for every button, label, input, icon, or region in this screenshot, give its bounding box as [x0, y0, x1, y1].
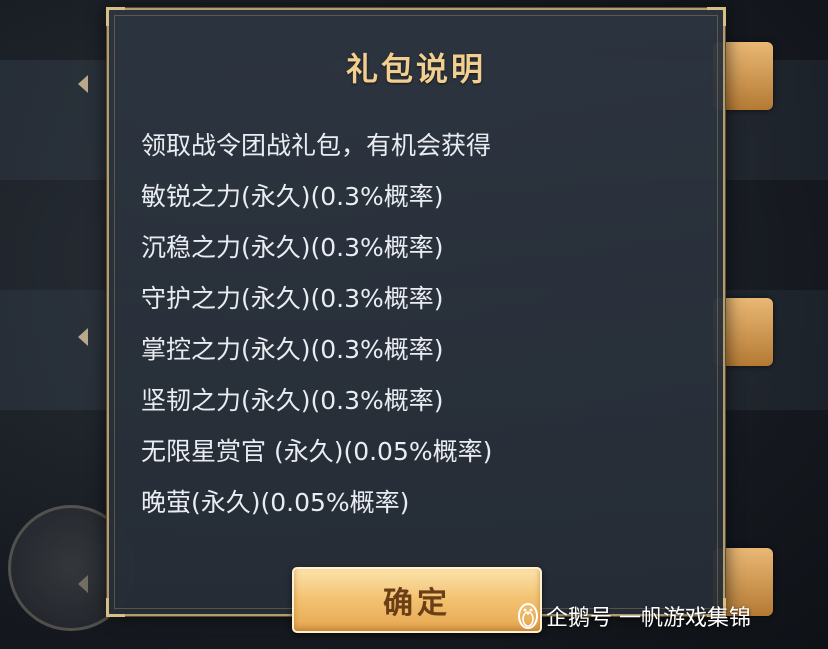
reward-item: 无限星赏官 (永久)(0.05%概率) — [141, 437, 493, 466]
dialog-content: 领取战令团战礼包，有机会获得 敏锐之力(永久)(0.3%概率) 沉稳之力(永久)… — [141, 120, 703, 528]
reward-item: 守护之力(永久)(0.3%概率) — [141, 284, 444, 313]
gift-pack-info-dialog: 礼包说明 领取战令团战礼包，有机会获得 敏锐之力(永久)(0.3%概率) 沉稳之… — [106, 7, 726, 633]
intro-text: 领取战令团战礼包，有机会获得 — [141, 131, 492, 160]
reward-item: 敏锐之力(永久)(0.3%概率) — [141, 182, 444, 211]
dialog-title: 礼包说明 — [345, 50, 486, 88]
arrow-left-icon — [78, 328, 88, 346]
reward-item: 晚萤(永久)(0.05%概率) — [141, 488, 410, 517]
penguin-icon — [518, 603, 538, 629]
dialog-corner — [106, 598, 125, 617]
arrow-left-icon — [78, 75, 88, 93]
reward-item: 掌控之力(永久)(0.3%概率) — [141, 335, 444, 364]
reward-item: 沉稳之力(永久)(0.3%概率) — [141, 233, 444, 262]
watermark: 企鹅号 一帆游戏集锦 — [516, 600, 751, 632]
watermark-text: 企鹅号 一帆游戏集锦 — [546, 606, 751, 631]
confirm-button-label: 确定 — [383, 586, 451, 621]
reward-item: 坚韧之力(永久)(0.3%概率) — [141, 386, 444, 415]
dialog-corner — [707, 7, 726, 26]
dialog-corner — [106, 7, 125, 26]
confirm-button[interactable]: 确定 — [292, 567, 542, 633]
